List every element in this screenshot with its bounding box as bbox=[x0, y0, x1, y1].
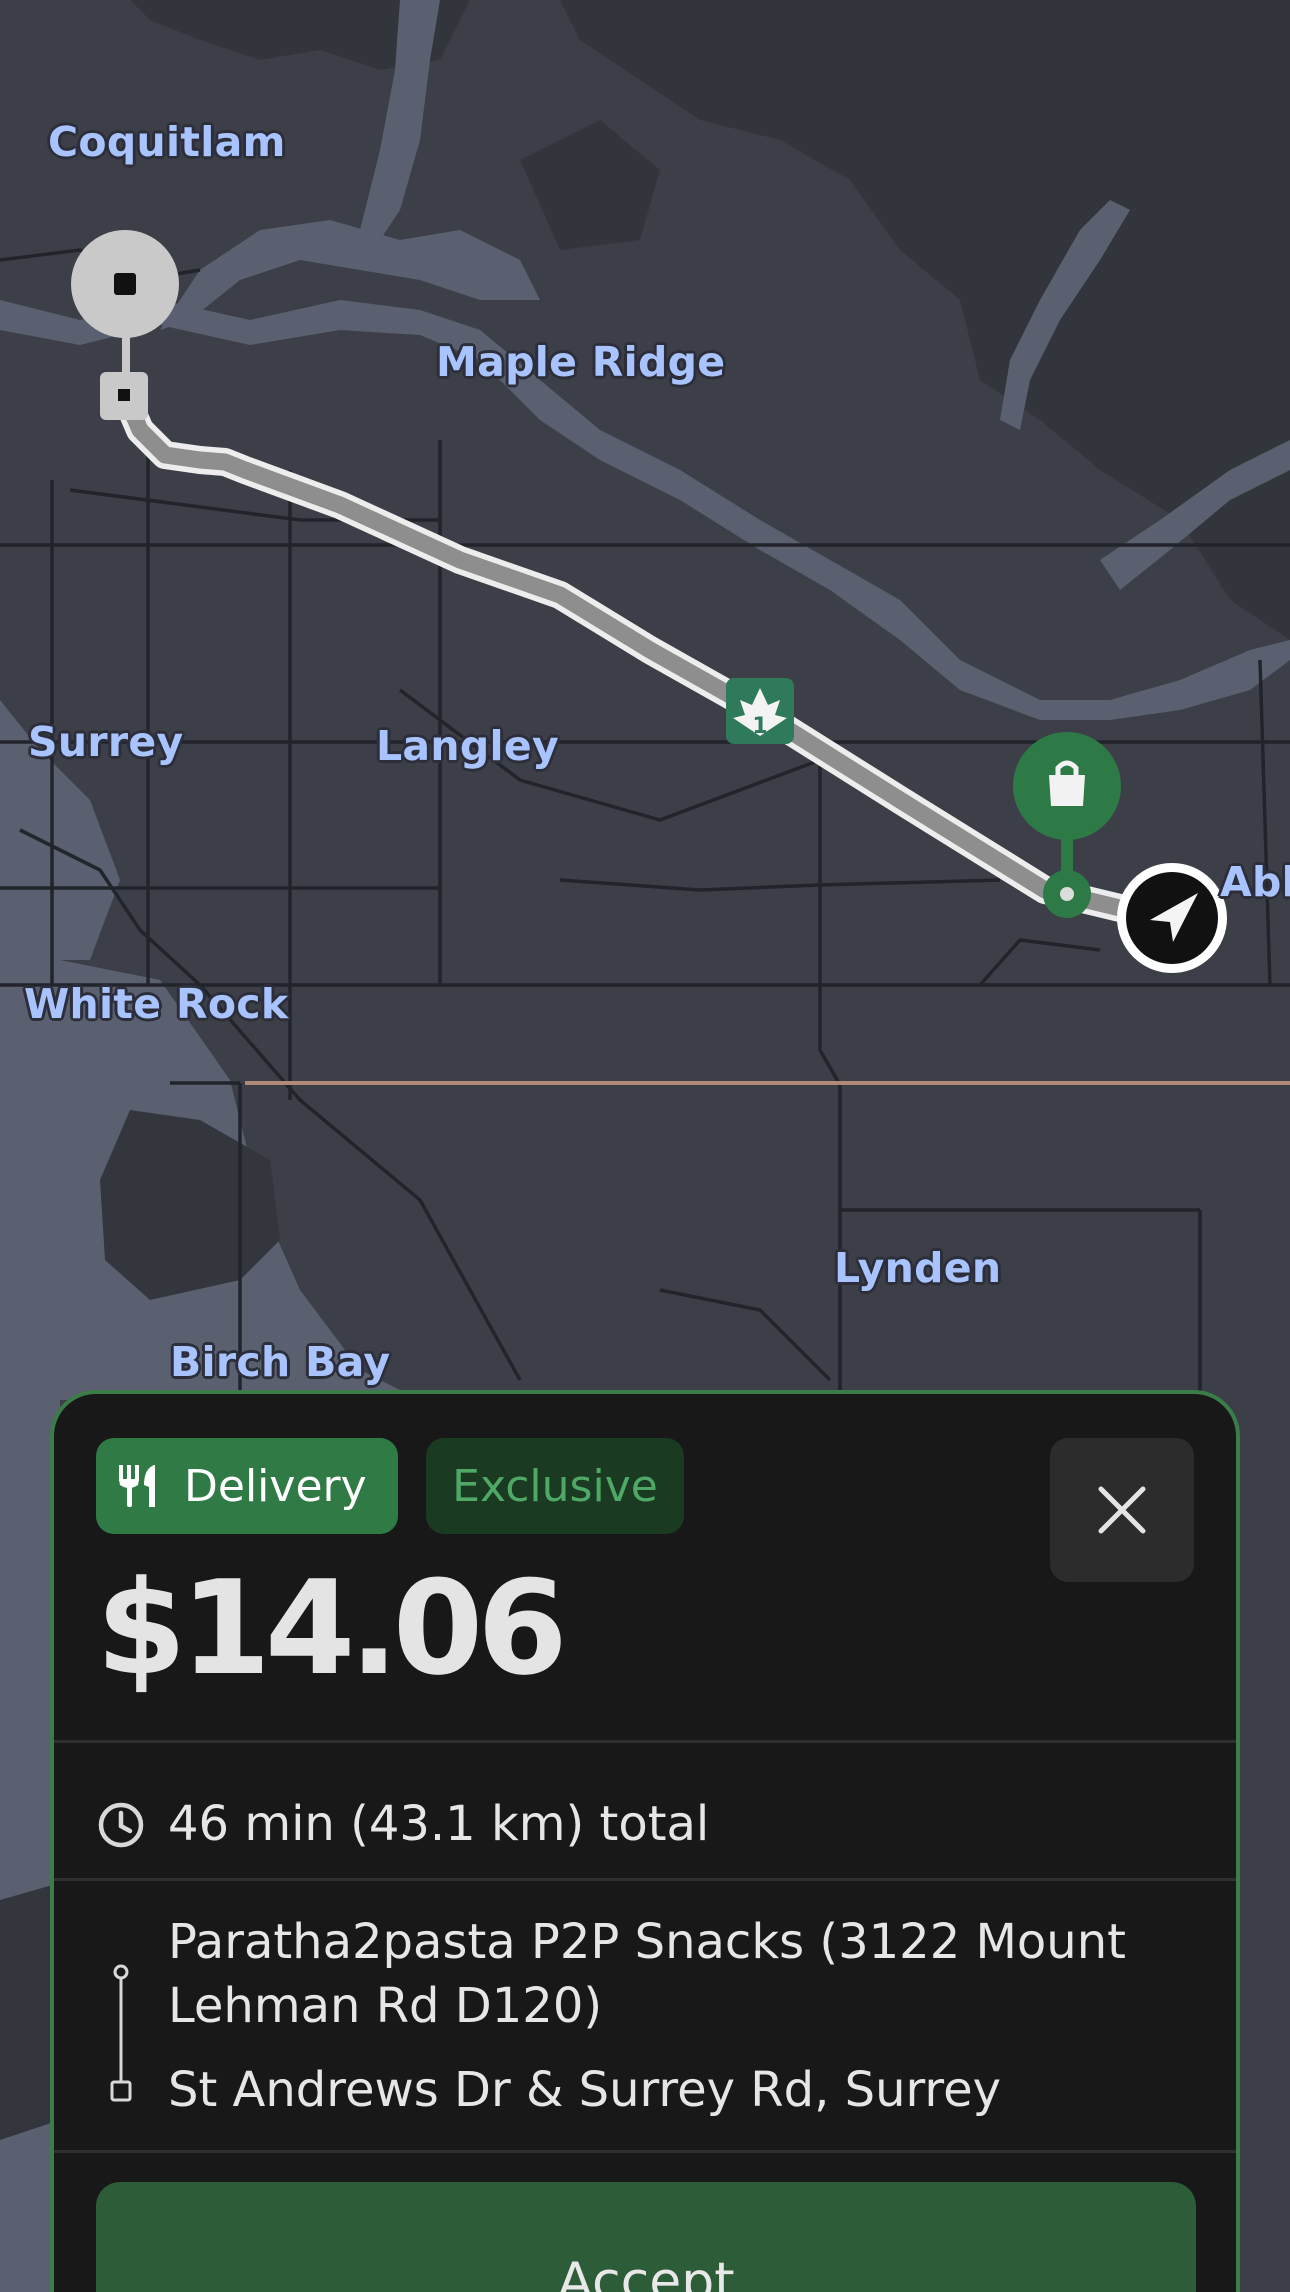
accept-button[interactable]: Accept bbox=[96, 2182, 1196, 2292]
divider bbox=[54, 1740, 1236, 1743]
map-label-white-rock: White Rock bbox=[24, 980, 289, 1028]
divider bbox=[54, 2150, 1236, 2153]
close-button[interactable] bbox=[1050, 1438, 1194, 1582]
current-location-marker bbox=[1117, 863, 1227, 973]
map-label-langley: Langley bbox=[376, 722, 560, 770]
exclusive-chip: Exclusive bbox=[426, 1438, 684, 1534]
utensils-icon bbox=[119, 1465, 155, 1507]
fare-amount: $14.06 bbox=[96, 1552, 568, 1704]
pickup-address-line2: Lehman Rd D120) bbox=[168, 1978, 603, 2034]
map-label-maple-ridge: Maple Ridge bbox=[436, 338, 726, 386]
dropoff-address: St Andrews Dr & Surrey Rd, Surrey bbox=[168, 2062, 1002, 2118]
map-label-abbotsford: Abb bbox=[1220, 858, 1290, 906]
close-icon bbox=[1098, 1486, 1146, 1534]
highway-number: 1 bbox=[752, 714, 767, 739]
map-label-surrey: Surrey bbox=[28, 718, 184, 766]
highway-shield: 1 bbox=[726, 678, 794, 744]
delivery-chip: Delivery bbox=[96, 1438, 398, 1534]
delivery-chip-label: Delivery bbox=[184, 1460, 367, 1512]
clock-icon bbox=[98, 1802, 144, 1848]
accept-button-label: Accept bbox=[557, 2252, 735, 2292]
map-label-coquitlam: Coquitlam bbox=[48, 118, 286, 166]
exclusive-chip-label: Exclusive bbox=[452, 1460, 658, 1512]
map-label-lynden: Lynden bbox=[834, 1244, 1002, 1292]
map-label-birch-bay: Birch Bay bbox=[170, 1338, 391, 1386]
route-stops-icon bbox=[110, 1964, 132, 2102]
trip-summary: 46 min (43.1 km) total bbox=[168, 1796, 710, 1852]
divider bbox=[54, 1878, 1236, 1881]
delivery-offer-card: Delivery Exclusive $14.06 46 min (43.1 k… bbox=[50, 1390, 1240, 2292]
pickup-address-line1: Paratha2pasta P2P Snacks (3122 Mount bbox=[168, 1914, 1126, 1970]
